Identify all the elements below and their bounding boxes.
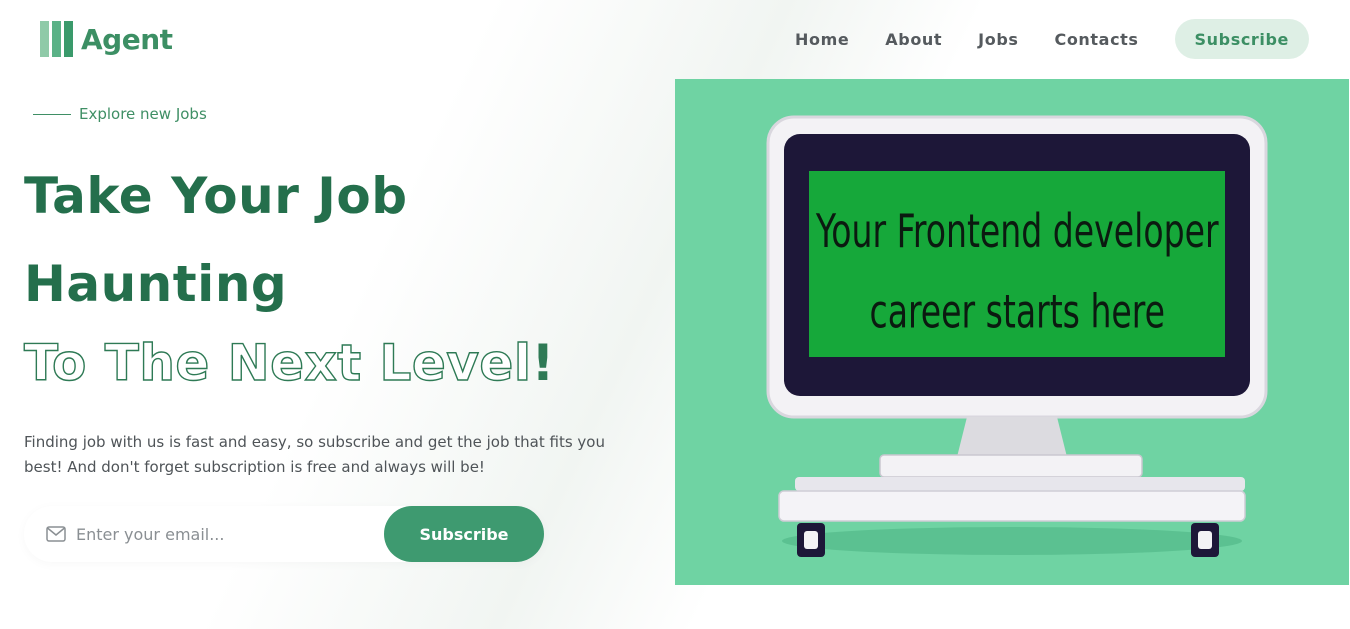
hero-headline: Take Your Job Haunting	[24, 152, 408, 328]
nav-subscribe-button[interactable]: Subscribe	[1174, 19, 1309, 59]
nav-home[interactable]: Home	[795, 30, 849, 49]
logo[interactable]: Agent	[40, 20, 173, 58]
headline-outline: To The Next Level!	[23, 328, 555, 398]
nav-jobs[interactable]: Jobs	[978, 30, 1018, 49]
landing-page: Agent Home About Jobs Contacts Subscribe…	[0, 0, 1350, 629]
headline-line-1: Take Your Job	[24, 167, 408, 225]
eyebrow-text: Explore new Jobs	[79, 105, 207, 123]
screen-text-line-1: Your Frontend developer	[815, 204, 1219, 258]
email-subscribe-form: Subscribe	[24, 506, 544, 562]
mail-icon	[46, 526, 66, 542]
headline-bang: !	[531, 334, 555, 392]
headline-outline-text: To The Next Level	[23, 333, 532, 392]
logo-text: Agent	[81, 22, 173, 56]
logo-mark-icon	[40, 21, 73, 57]
screen-text-line-2: career starts here	[870, 284, 1165, 338]
headline-line-2: Haunting	[24, 255, 288, 313]
subscribe-button[interactable]: Subscribe	[384, 506, 544, 562]
nav-contacts[interactable]: Contacts	[1055, 30, 1139, 49]
nav-about[interactable]: About	[885, 30, 942, 49]
eyebrow: Explore new Jobs	[33, 105, 207, 123]
email-input[interactable]	[76, 524, 366, 544]
main-nav: Home About Jobs Contacts Subscribe	[795, 19, 1309, 59]
hero-description: Finding job with us is fast and easy, so…	[24, 433, 605, 476]
eyebrow-line	[33, 113, 71, 115]
hero-illustration: Your Frontend developer career starts he…	[675, 79, 1349, 585]
computer-illustration: Your Frontend developer career starts he…	[675, 79, 1349, 585]
